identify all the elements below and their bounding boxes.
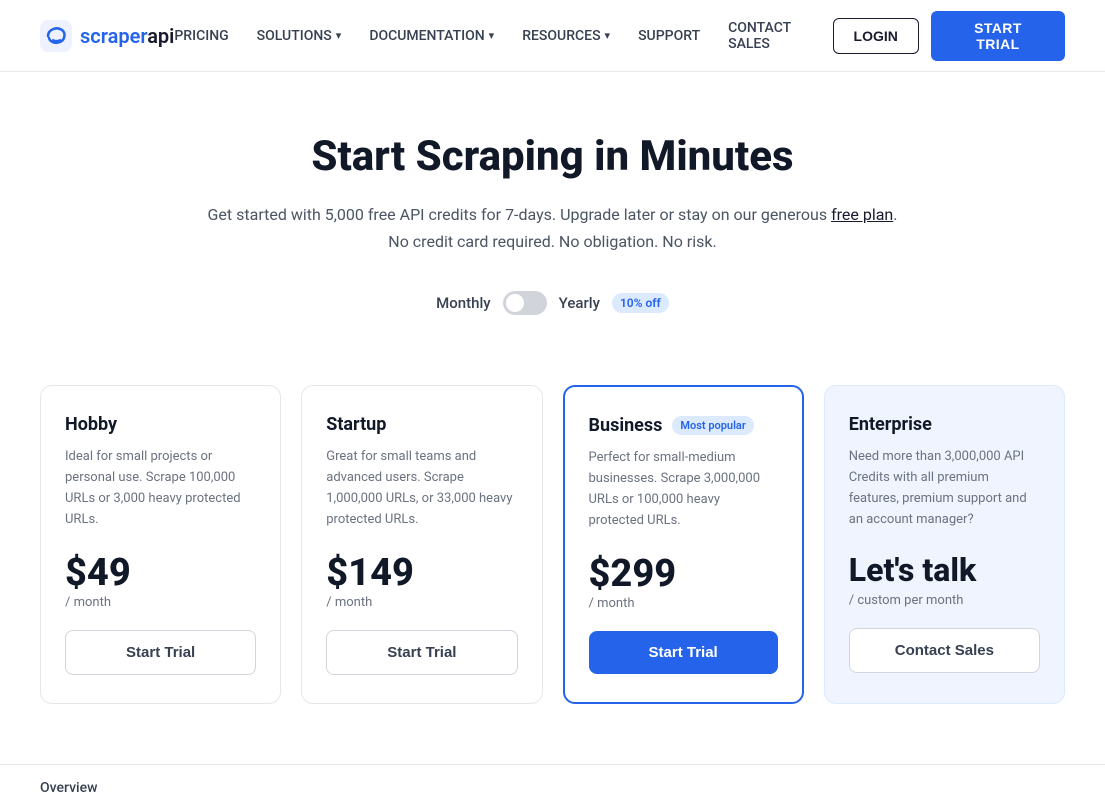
pricing-section: Hobby Ideal for small projects or person… [0, 385, 1105, 763]
start-trial-business-button[interactable]: Start Trial [589, 631, 778, 674]
overview-link[interactable]: Overview [40, 780, 97, 796]
overview-bar: Overview [0, 764, 1105, 808]
hero-subtitle: Get started with 5,000 free API credits … [20, 201, 1085, 255]
plan-desc-hobby: Ideal for small projects or personal use… [65, 447, 256, 530]
start-trial-nav-button[interactable]: START TRIAL [931, 11, 1065, 61]
nav-support[interactable]: SUPPORT [638, 28, 700, 44]
plan-name-startup: Startup [326, 414, 386, 435]
plan-row-business: Business Most popular [589, 415, 778, 436]
plan-name-enterprise: Enterprise [849, 414, 932, 435]
plan-desc-business: Perfect for small-medium businesses. Scr… [589, 448, 778, 531]
nav-contact-sales[interactable]: CONTACT SALES [728, 20, 832, 52]
plan-price-startup: $149 [326, 551, 517, 595]
plan-card-business: Business Most popular Perfect for small-… [563, 385, 804, 703]
start-trial-startup-button[interactable]: Start Trial [326, 630, 517, 675]
hero-section: Start Scraping in Minutes Get started wi… [0, 72, 1105, 385]
monthly-label: Monthly [436, 294, 490, 312]
logo-text: scraperapi [80, 24, 174, 48]
nav-links: PRICING SOLUTIONS DOCUMENTATION RESOURCE… [174, 20, 832, 52]
plan-price-enterprise: Let's talk [849, 551, 1040, 589]
plan-row-hobby: Hobby [65, 414, 256, 435]
discount-badge: 10% off [612, 293, 669, 313]
plan-period-enterprise: / custom per month [849, 593, 1040, 608]
plan-price-business: $299 [589, 552, 778, 596]
plan-card-startup: Startup Great for small teams and advanc… [301, 385, 542, 703]
nav-resources[interactable]: RESOURCES [522, 28, 610, 44]
logo[interactable]: scraperapi [40, 20, 174, 52]
plan-period-hobby: / month [65, 595, 256, 610]
plan-name-business: Business [589, 415, 663, 436]
login-button[interactable]: LOGIN [833, 18, 919, 54]
nav-documentation[interactable]: DOCUMENTATION [369, 28, 494, 44]
billing-toggle-switch[interactable] [503, 291, 547, 315]
plan-period-business: / month [589, 596, 778, 611]
plan-card-enterprise: Enterprise Need more than 3,000,000 API … [824, 385, 1065, 703]
nav-pricing[interactable]: PRICING [174, 28, 228, 44]
plan-card-hobby: Hobby Ideal for small projects or person… [40, 385, 281, 703]
hero-title: Start Scraping in Minutes [20, 132, 1085, 181]
navbar: scraperapi PRICING SOLUTIONS DOCUMENTATI… [0, 0, 1105, 72]
plan-price-hobby: $49 [65, 551, 256, 595]
yearly-label: Yearly [559, 294, 600, 312]
free-plan-link[interactable]: free plan [831, 205, 893, 224]
plan-period-startup: / month [326, 595, 517, 610]
plan-desc-enterprise: Need more than 3,000,000 API Credits wit… [849, 447, 1040, 530]
billing-toggle: Monthly Yearly 10% off [20, 291, 1085, 315]
plan-name-hobby: Hobby [65, 414, 117, 435]
contact-sales-button[interactable]: Contact Sales [849, 628, 1040, 673]
start-trial-hobby-button[interactable]: Start Trial [65, 630, 256, 675]
nav-solutions[interactable]: SOLUTIONS [257, 28, 342, 44]
pricing-grid: Hobby Ideal for small projects or person… [40, 385, 1065, 703]
plan-row-startup: Startup [326, 414, 517, 435]
popular-badge: Most popular [672, 416, 753, 435]
plan-row-enterprise: Enterprise [849, 414, 1040, 435]
nav-actions: LOGIN START TRIAL [833, 11, 1065, 61]
plan-desc-startup: Great for small teams and advanced users… [326, 447, 517, 530]
logo-icon [40, 20, 72, 52]
